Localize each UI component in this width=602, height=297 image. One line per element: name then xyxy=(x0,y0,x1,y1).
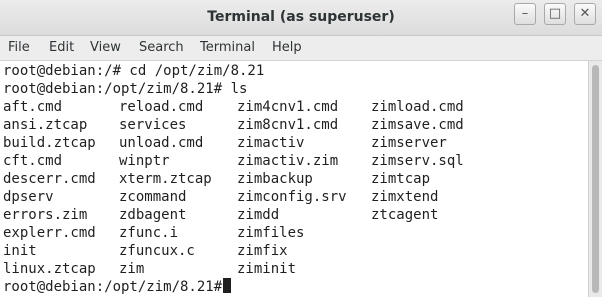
file-entry: reload.cmd xyxy=(119,99,204,115)
file-entry: zimactiv xyxy=(237,135,305,151)
file-entry: zimfiles xyxy=(237,225,305,241)
file-entry: ziminit xyxy=(237,261,297,277)
file-entry: errors.zim xyxy=(3,207,88,223)
file-entry: zimconfig.srv xyxy=(237,189,347,205)
maximize-button[interactable]: □ xyxy=(544,3,566,25)
file-entry: zimtcap xyxy=(371,171,431,187)
file-entry: ansi.ztcap xyxy=(3,117,88,133)
prompt-text: root@debian:/opt/zim/8.21# xyxy=(3,279,223,295)
file-entry: zdbagent xyxy=(119,207,187,223)
file-entry: zfunc.i xyxy=(119,225,179,241)
prompt-line: root@debian:/opt/zim/8.21# xyxy=(3,278,232,296)
file-entry: explerr.cmd xyxy=(3,225,96,241)
file-entry: zimserv.sql xyxy=(371,153,464,169)
file-entry: dpserv xyxy=(3,189,54,205)
file-entry: zimfix xyxy=(237,243,288,259)
scrollbar-thumb[interactable] xyxy=(592,65,599,293)
menu-view[interactable]: View xyxy=(90,40,121,55)
file-entry: zim4cnv1.cmd xyxy=(237,99,339,115)
file-entry: zimactiv.zim xyxy=(237,153,339,169)
file-entry: zcommand xyxy=(119,189,187,205)
menu-file[interactable]: File xyxy=(8,40,30,55)
file-entry: xterm.ztcap xyxy=(119,171,212,187)
menu-edit[interactable]: Edit xyxy=(49,40,74,55)
file-entry: cft.cmd xyxy=(3,153,63,169)
file-entry: zimload.cmd xyxy=(371,99,464,115)
text-cursor xyxy=(223,278,232,293)
file-entry: services xyxy=(119,117,187,133)
command-line-ls: root@debian:/opt/zim/8.21# ls xyxy=(3,81,248,97)
file-entry: descerr.cmd xyxy=(3,171,96,187)
file-entry: zimdd xyxy=(237,207,280,223)
file-entry: zim8cnv1.cmd xyxy=(237,117,339,133)
minimize-button[interactable]: – xyxy=(514,3,536,25)
file-entry: unload.cmd xyxy=(119,135,204,151)
menu-terminal[interactable]: Terminal xyxy=(200,40,255,55)
file-entry: aft.cmd xyxy=(3,99,63,115)
menu-help[interactable]: Help xyxy=(272,40,302,55)
file-entry: zimserver xyxy=(371,135,447,151)
file-entry: zimxtend xyxy=(371,189,439,205)
command-line-cd: root@debian:/# cd /opt/zim/8.21 xyxy=(3,63,265,79)
file-entry: zimsave.cmd xyxy=(371,117,464,133)
window-title: Terminal (as superuser) xyxy=(207,9,395,25)
terminal-output[interactable]: root@debian:/# cd /opt/zim/8.21 root@deb… xyxy=(0,61,588,297)
terminal-window: Terminal (as superuser) – □ ✕ File Edit … xyxy=(0,0,602,297)
file-entry: linux.ztcap xyxy=(3,261,96,277)
close-button[interactable]: ✕ xyxy=(574,3,596,25)
file-entry: zim xyxy=(119,261,145,277)
menu-bar: File Edit View Search Terminal Help xyxy=(0,36,602,61)
file-entry: ztcagent xyxy=(371,207,439,223)
file-entry: build.ztcap xyxy=(3,135,96,151)
menu-search[interactable]: Search xyxy=(139,40,184,55)
file-entry: winptr xyxy=(119,153,170,169)
file-entry: zfuncux.c xyxy=(119,243,195,259)
file-entry: init xyxy=(3,243,37,259)
file-entry: zimbackup xyxy=(237,171,313,187)
title-bar[interactable]: Terminal (as superuser) – □ ✕ xyxy=(0,0,602,36)
scrollbar[interactable] xyxy=(588,61,602,297)
